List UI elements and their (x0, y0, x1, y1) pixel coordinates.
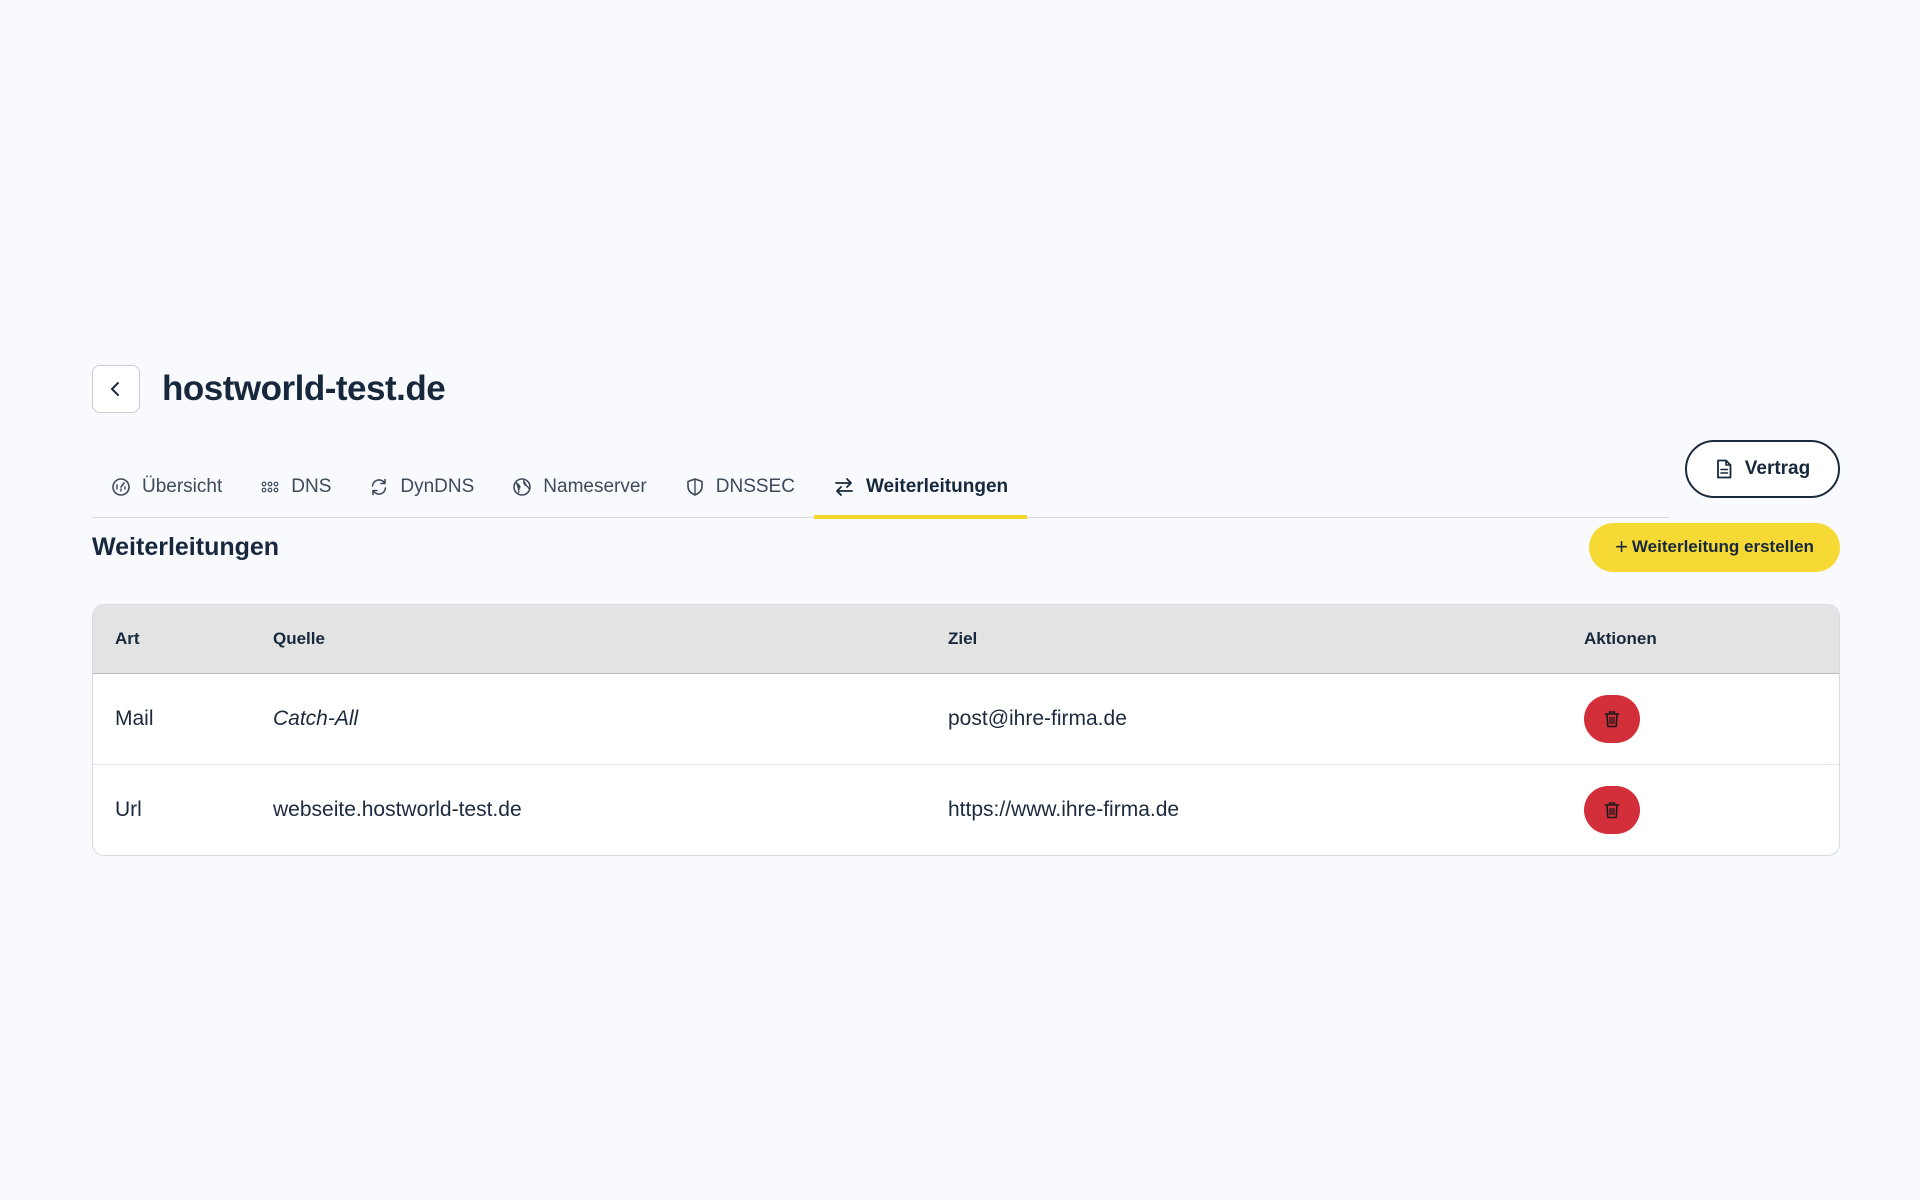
trash-icon (1604, 711, 1620, 728)
tab-dns[interactable]: DNS (241, 457, 350, 517)
tab-dyndns[interactable]: DynDNS (350, 457, 493, 517)
back-button[interactable] (92, 365, 140, 413)
trash-icon (1604, 802, 1620, 819)
tab-label: Übersicht (142, 476, 223, 497)
tab-uebersicht[interactable]: Übersicht (92, 457, 241, 517)
cell-aktionen (1584, 786, 1839, 834)
column-header-aktionen: Aktionen (1584, 629, 1657, 648)
page: hostworld-test.de Übersicht DNS DynDNS N… (92, 364, 1840, 856)
delete-button[interactable] (1584, 695, 1640, 743)
section-header: Weiterleitungen + Weiterleitung erstelle… (92, 522, 1840, 572)
cell-quelle: Catch-All (273, 707, 359, 730)
cell-art: Mail (115, 707, 154, 730)
globe-icon (513, 478, 532, 496)
contract-button[interactable]: Vertrag (1685, 440, 1840, 498)
table-row: Url webseite.hostworld-test.de https://w… (93, 765, 1839, 855)
tabs-row: Übersicht DNS DynDNS Nameserver DNSSEC W… (92, 440, 1840, 526)
create-forwarding-button[interactable]: + Weiterleitung erstellen (1589, 522, 1840, 572)
cell-quelle: webseite.hostworld-test.de (273, 798, 522, 821)
cell-art: Url (115, 798, 142, 821)
contract-button-label: Vertrag (1744, 458, 1811, 479)
shield-icon (686, 478, 703, 496)
table-row: Mail Catch-All post@ihre-firma.de (93, 674, 1839, 765)
tab-label: DNSSEC (715, 476, 795, 497)
column-header-art: Art (115, 629, 140, 648)
cell-aktionen (1584, 695, 1839, 743)
chevron-left-icon (111, 382, 119, 396)
column-header-ziel: Ziel (948, 629, 978, 648)
cell-ziel: post@ihre-firma.de (948, 707, 1127, 730)
tab-label: Nameserver (543, 476, 647, 497)
grid-dots-icon (261, 481, 279, 493)
page-header: hostworld-test.de (92, 364, 1840, 414)
tab-label: DynDNS (400, 476, 475, 497)
refresh-icon (372, 478, 387, 496)
create-forwarding-label: Weiterleitung erstellen (1631, 537, 1814, 556)
tab-bar: Übersicht DNS DynDNS Nameserver DNSSEC W… (92, 440, 1669, 519)
page-title: hostworld-test.de (162, 369, 446, 408)
tab-nameserver[interactable]: Nameserver (493, 457, 665, 517)
tab-label: Weiterleitungen (865, 476, 1009, 497)
column-header-quelle: Quelle (273, 629, 325, 648)
delete-button[interactable] (1584, 786, 1640, 834)
dashboard-icon (112, 478, 130, 496)
section-title: Weiterleitungen (92, 532, 280, 561)
tab-weiterleitungen[interactable]: Weiterleitungen (813, 457, 1028, 519)
tab-dnssec[interactable]: DNSSEC (666, 457, 814, 517)
arrows-swap-icon (835, 478, 853, 496)
cell-ziel: https://www.ihre-firma.de (948, 798, 1180, 821)
table-header: Art Quelle Ziel Aktionen (93, 605, 1839, 674)
tab-label: DNS (291, 476, 332, 497)
document-icon (1716, 459, 1732, 479)
plus-icon: + (1615, 534, 1628, 559)
forwarding-table: Art Quelle Ziel Aktionen Mail Catch-All … (92, 604, 1840, 856)
